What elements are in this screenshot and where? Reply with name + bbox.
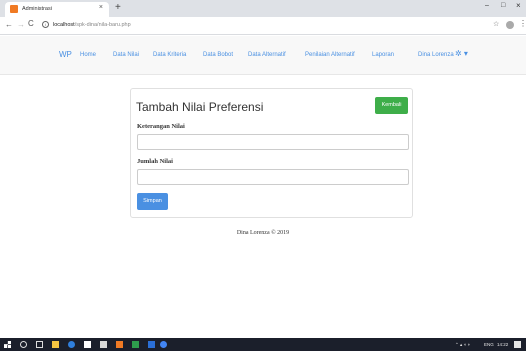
info-icon[interactable]: i	[42, 21, 49, 28]
task-view-icon[interactable]	[36, 341, 43, 348]
address-bar[interactable]: localhost/spk-dina/nila-baru.php	[53, 20, 131, 30]
store-icon[interactable]	[84, 341, 91, 348]
form-panel: Tambah Nilai Preferensi Kembali Keterang…	[130, 88, 413, 218]
search-icon[interactable]	[20, 341, 27, 348]
url-host: localhost	[53, 22, 75, 28]
site-navbar: WP Home Data Nilai Data Kriteria Data Bo…	[0, 36, 526, 75]
browser-toolbar: ← → C i localhost/spk-dina/nila-baru.php…	[0, 17, 526, 35]
nav-link-laporan[interactable]: Laporan	[372, 50, 394, 60]
chrome-icon[interactable]	[160, 341, 167, 348]
keterangan-nilai-input[interactable]	[137, 134, 409, 150]
url-path: /spk-dina/nila-baru.php	[74, 22, 131, 28]
forward-arrow-icon[interactable]: →	[17, 20, 25, 29]
jumlah-nilai-label: Jumlah Nilai	[137, 158, 173, 165]
language-indicator[interactable]: ENG	[484, 341, 494, 348]
start-windows-icon[interactable]	[4, 341, 11, 348]
edge-icon[interactable]	[68, 341, 75, 348]
nav-link-data-nilai[interactable]: Data Nilai	[113, 50, 139, 60]
page-title: Tambah Nilai Preferensi	[136, 100, 264, 114]
browser-window: Administrasi × + – □ × ← → C i localhost…	[0, 0, 526, 351]
xampp-icon[interactable]	[116, 341, 123, 348]
nav-link-data-kriteria[interactable]: Data Kriteria	[153, 50, 186, 60]
sheets-icon[interactable]	[132, 341, 139, 348]
tab-title: Administrasi	[22, 6, 52, 12]
page-footer: Dina Lorenza © 2019	[236, 230, 290, 236]
new-tab-button[interactable]: +	[115, 1, 121, 14]
nav-link-user[interactable]: Dina Lorenza	[418, 50, 454, 60]
nav-link-home[interactable]: Home	[80, 50, 96, 60]
tab-strip: Administrasi × + – □ ×	[0, 0, 526, 17]
favicon-icon	[10, 5, 18, 13]
reload-icon[interactable]: C	[28, 19, 34, 28]
window-close-button[interactable]: ×	[516, 1, 521, 10]
save-button[interactable]: Simpan	[137, 193, 168, 210]
notification-icon[interactable]	[514, 341, 521, 348]
tray-icons[interactable]: ⌃ ▴ ◖ ◗	[455, 341, 470, 348]
word-icon[interactable]	[148, 341, 155, 348]
mail-icon[interactable]	[100, 341, 107, 348]
back-button[interactable]: Kembali	[375, 97, 408, 114]
clock[interactable]: 14:22	[497, 341, 508, 348]
jumlah-nilai-input[interactable]	[137, 169, 409, 185]
gear-icon[interactable]: ✲ ▾	[455, 48, 468, 60]
navbar-brand[interactable]: WP	[59, 49, 72, 61]
browser-menu-icon[interactable]: ⋮	[519, 19, 526, 28]
tab-close-icon[interactable]: ×	[99, 3, 103, 13]
maximize-button[interactable]: □	[501, 2, 505, 9]
keterangan-nilai-label: Keterangan Nilai	[137, 123, 185, 130]
minimize-button[interactable]: –	[485, 2, 489, 9]
nav-link-penilaian-alternatif[interactable]: Penilaian Alternatif	[305, 50, 355, 60]
windows-taskbar: ⌃ ▴ ◖ ◗ ENG 14:22	[0, 338, 526, 351]
file-explorer-icon[interactable]	[52, 341, 59, 348]
profile-avatar-icon[interactable]	[506, 21, 514, 29]
nav-link-data-bobot[interactable]: Data Bobot	[203, 50, 233, 60]
back-arrow-icon[interactable]: ←	[5, 20, 13, 29]
nav-link-data-alternatif[interactable]: Data Alternatif	[248, 50, 286, 60]
browser-tab[interactable]: Administrasi ×	[5, 2, 109, 17]
bookmark-star-icon[interactable]: ☆	[493, 20, 499, 28]
